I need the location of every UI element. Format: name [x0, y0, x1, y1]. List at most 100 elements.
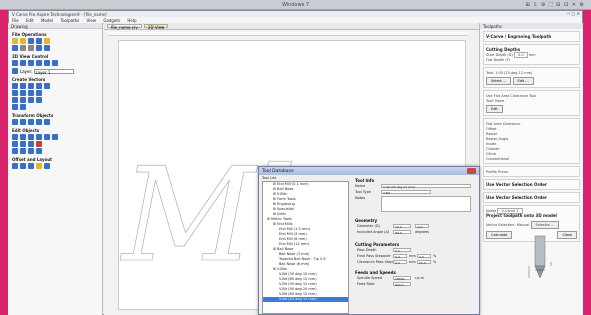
join-icon[interactable] — [52, 134, 58, 140]
edit-tool-button[interactable]: Edit ... — [512, 77, 534, 85]
tool-list[interactable]: ⊞ End Mill (0.1 inch) ⊞ Ball Nose ⊞ V-Bits… — [262, 181, 349, 314]
selector-button[interactable]: Selector ... — [530, 221, 560, 229]
copy-icon[interactable] — [36, 45, 42, 51]
move-icon[interactable] — [12, 119, 18, 125]
bridge-icon[interactable] — [20, 148, 26, 154]
trim-icon[interactable] — [20, 104, 26, 110]
vector-select-value[interactable]: Manual — [517, 223, 530, 227]
clear-stepover-input[interactable]: 0.4 — [393, 260, 407, 265]
vector-order-label-2[interactable]: Use Vector Selection Order — [486, 195, 577, 200]
tool-list-item[interactable]: V-Bit (25 deg 12 mm) — [263, 297, 348, 302]
zoom-fit-icon[interactable] — [28, 60, 34, 66]
layout-icon[interactable] — [44, 163, 50, 169]
dialog-close-icon[interactable] — [467, 168, 476, 174]
conventional-radio[interactable]: Conventional — [486, 157, 577, 161]
chain-icon[interactable] — [12, 148, 18, 154]
array-icon[interactable] — [20, 163, 26, 169]
delete-icon[interactable] — [36, 141, 42, 147]
rotate-icon[interactable] — [20, 119, 26, 125]
open-vector-icon[interactable] — [36, 148, 42, 154]
open-file-icon[interactable] — [20, 38, 26, 44]
circle-icon[interactable] — [12, 83, 18, 89]
layers-icon[interactable] — [12, 68, 18, 74]
notes-label: Notes — [355, 196, 366, 200]
subtract-icon[interactable] — [36, 134, 42, 140]
dimension-icon[interactable] — [28, 97, 34, 103]
fit-icon[interactable] — [36, 163, 42, 169]
arc-icon[interactable] — [20, 90, 26, 96]
star-icon[interactable] — [44, 83, 50, 89]
layer-select[interactable]: Layer 1 — [34, 68, 75, 75]
diameter-input[interactable]: 12.0 — [393, 224, 411, 229]
edit-flat-button[interactable]: Edit — [486, 105, 503, 113]
select-icon[interactable] — [12, 45, 18, 51]
start-depth-input[interactable]: 0.0 — [514, 52, 528, 58]
text-on-curve-icon[interactable] — [20, 97, 26, 103]
tab-2d-view[interactable]: 2D View — [143, 24, 169, 30]
inside-radio[interactable]: Inside — [486, 142, 577, 146]
fillet-icon[interactable] — [12, 104, 18, 110]
grid-icon[interactable] — [44, 60, 50, 66]
new-file-icon[interactable] — [12, 38, 18, 44]
tool-type-select[interactable]: V-Bit — [381, 190, 431, 195]
zoom-in-icon[interactable] — [12, 60, 18, 66]
tab-file[interactable]: file_name.crv — [107, 24, 142, 30]
angle-input[interactable]: 90.0 — [393, 230, 411, 235]
intersect-icon[interactable] — [44, 134, 50, 140]
name-input[interactable]: 1.00 (25 deg 12 mm) — [381, 184, 471, 189]
diameter-unit-select[interactable]: mm — [415, 224, 429, 229]
climb-radio[interactable]: Climb — [486, 152, 577, 156]
pass-depth-input[interactable]: 3.0 — [393, 248, 411, 253]
vector-order-label[interactable]: Use Vector Selection Order — [486, 182, 577, 187]
calculate-button[interactable]: Calculate — [486, 231, 513, 239]
curve-icon[interactable] — [28, 90, 34, 96]
close-button[interactable]: Close — [557, 231, 577, 239]
ellipse-icon[interactable] — [20, 83, 26, 89]
curve-fit-icon[interactable] — [20, 141, 26, 147]
spindle-input[interactable]: 18000 — [393, 276, 411, 281]
text-icon[interactable] — [12, 97, 18, 103]
rectangle-icon[interactable] — [28, 83, 34, 89]
offset-icon[interactable] — [12, 163, 18, 169]
stepover-input[interactable]: 0.4 — [393, 254, 407, 259]
folder-icon[interactable] — [44, 38, 50, 44]
group-icon[interactable] — [12, 134, 18, 140]
clear-stepover-pct-input[interactable]: 20.0 — [417, 260, 431, 265]
polygon-icon[interactable] — [36, 83, 42, 89]
smooth-icon[interactable] — [12, 141, 18, 147]
scale-icon[interactable] — [36, 119, 42, 125]
align-icon[interactable] — [44, 119, 50, 125]
project-checkbox[interactable]: Project toolpath onto 3D model — [486, 213, 577, 218]
tool-section: Tool: 1.00 (25 deg 12 mm) Select ... Edi… — [483, 67, 580, 88]
import-icon[interactable] — [36, 38, 42, 44]
redo-icon[interactable] — [28, 45, 34, 51]
close-vector-icon[interactable] — [28, 141, 34, 147]
mirror-icon[interactable] — [28, 119, 34, 125]
line-icon[interactable] — [12, 90, 18, 96]
break-icon[interactable] — [28, 148, 34, 154]
pan-icon[interactable] — [36, 60, 42, 66]
flat-depth-label[interactable]: Flat Depth (F) — [486, 58, 577, 62]
stepover-pct-input[interactable]: 3.3 — [417, 254, 431, 259]
zoom-out-icon[interactable] — [20, 60, 26, 66]
paste-icon[interactable] — [44, 45, 50, 51]
table-icon[interactable] — [36, 97, 42, 103]
save-icon[interactable] — [28, 38, 34, 44]
profile-checkbox[interactable]: Profile Prime — [486, 170, 577, 174]
undo-icon[interactable] — [20, 45, 26, 51]
geometry-heading: Geometry — [355, 218, 378, 223]
outside-radio[interactable]: Outside — [486, 147, 577, 151]
node-icon[interactable] — [36, 90, 42, 96]
select-tool-button[interactable]: Select ... — [486, 77, 512, 85]
nest-icon[interactable] — [28, 163, 34, 169]
ungroup-icon[interactable] — [20, 134, 26, 140]
offset-radio[interactable]: Offset — [486, 127, 577, 131]
raster-radio[interactable]: Raster — [486, 132, 577, 136]
flat-area-checkbox[interactable]: Use Flat Area Clearance Tool — [486, 94, 577, 98]
feed-input[interactable]: 800.0 — [393, 282, 411, 287]
view-toggle-icon[interactable] — [52, 60, 58, 66]
window-controls[interactable]: — ▢ ✕ — [566, 11, 580, 16]
notes-input[interactable] — [381, 196, 471, 212]
weld-icon[interactable] — [28, 134, 34, 140]
vm-toolbar-icons[interactable]: ⊞ ⇩ ⚙ ⛶ ⊟ ⊡ ✕ ⚙ — [525, 2, 585, 8]
